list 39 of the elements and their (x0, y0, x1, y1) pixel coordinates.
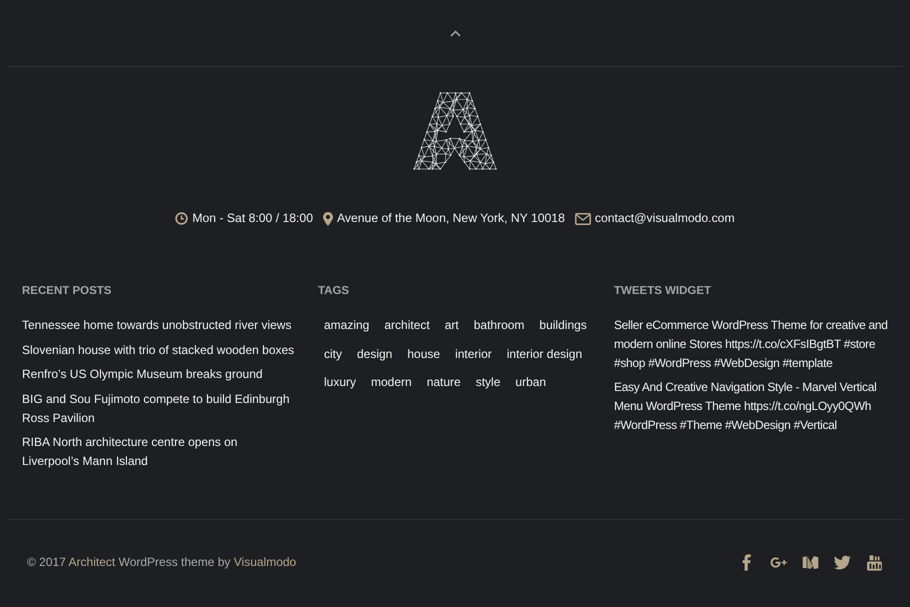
tag-link[interactable]: interior (449, 340, 498, 368)
widget-title: TWEETS WIDGET (614, 284, 712, 299)
tag-link[interactable]: design (350, 340, 398, 368)
tag-link[interactable]: style (470, 369, 506, 396)
envelope-icon (574, 212, 591, 224)
footer-link[interactable]: Architect (68, 555, 116, 569)
tag-link[interactable]: city (318, 340, 348, 368)
medium-icon[interactable] (802, 554, 819, 571)
tag-link[interactable]: interior design (500, 340, 588, 368)
twitter-icon[interactable] (834, 554, 851, 571)
tag-link[interactable]: nature (420, 369, 467, 396)
email-text: contact@visualmodo.com (594, 210, 735, 227)
map-pin-icon (322, 212, 333, 226)
tweet-text: Easy And Creative Navigation Style - Marvel Vertical Menu WordPress Theme https://t.co/ngLOyy0QWh #WordPress #Theme #WebDesign #Vertical (614, 379, 878, 434)
opening-hours-text: Mon - Sat 8:00 / 18:00 (192, 210, 313, 227)
post-link[interactable]: RIBA North architecture centre opens on Liverpool’s Mann Island (22, 433, 296, 471)
copyright-text: © 2017 Architect WordPress theme by Visualmodo (27, 554, 296, 571)
chevron-up-icon[interactable] (450, 30, 460, 36)
address-text: Avenue of the Moon, New York, NY 10018 (336, 210, 565, 227)
tag-link[interactable]: bathroom (468, 312, 530, 339)
widget-title: RECENT POSTS (22, 284, 112, 299)
tweet-text: Seller eCommerce WordPress Theme for creative and modern online Stores https://t.co/cXFsIBgtBT #store #shop #WordPress #WebDesign #template (614, 317, 888, 372)
footer-link[interactable]: Visualmodo (234, 555, 296, 569)
post-link[interactable]: Tennessee home towards unobstructed river views (22, 316, 296, 335)
tag-link[interactable]: amazing (318, 312, 376, 339)
post-link[interactable]: Renfro’s US Olympic Museum breaks ground (22, 365, 296, 384)
tag-link[interactable]: urban (509, 369, 552, 396)
tag-link[interactable]: art (438, 312, 465, 339)
post-link[interactable]: BIG and Sou Fujimoto compete to build Edinburgh Ross Pavilion (22, 390, 296, 428)
clock-icon (175, 212, 188, 225)
tag-link[interactable]: luxury (318, 369, 362, 396)
tag-link[interactable]: architect (378, 312, 436, 339)
tag-link[interactable]: buildings (533, 312, 593, 339)
post-link[interactable]: Slovenian house with trio of stacked wooden boxes (22, 340, 296, 360)
wireframe-logo-icon (413, 92, 497, 170)
widget-title: TAGS (318, 284, 350, 299)
tag-link[interactable]: house (401, 340, 446, 368)
tag-link[interactable]: modern (365, 369, 418, 396)
youtube-icon[interactable] (866, 554, 883, 571)
